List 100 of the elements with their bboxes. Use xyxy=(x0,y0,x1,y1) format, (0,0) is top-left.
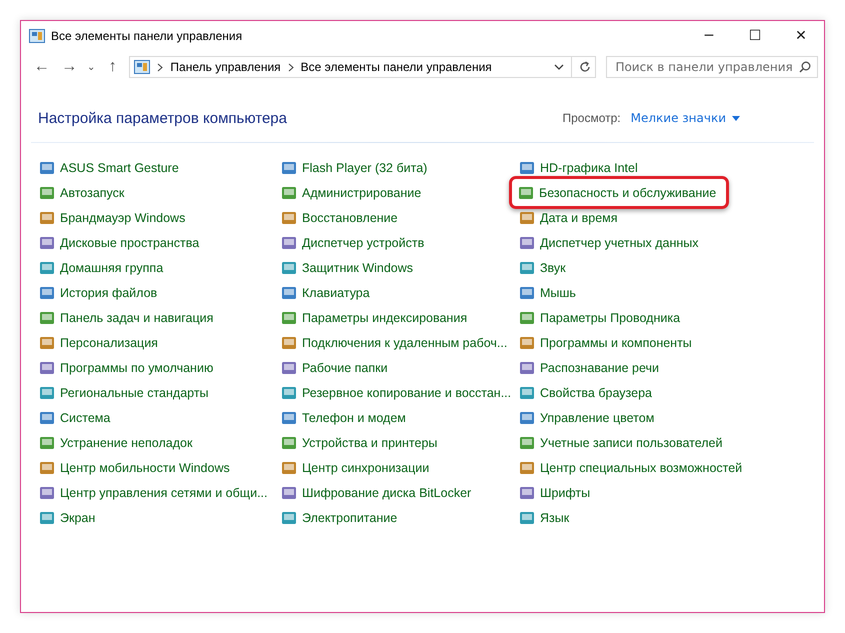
applet-icon xyxy=(39,334,55,350)
control-panel-link[interactable]: Брандмауэр Windows xyxy=(37,205,188,230)
control-panel-link[interactable]: Автозапуск xyxy=(37,180,126,205)
applet-icon xyxy=(519,284,535,300)
control-panel-link[interactable]: Защитник Windows xyxy=(279,255,416,280)
applet-icon xyxy=(39,234,55,250)
applet-icon xyxy=(39,360,55,376)
control-panel-link[interactable]: Диспетчер учетных данных xyxy=(517,230,701,255)
control-panel-link[interactable]: Устранение неполадок xyxy=(37,430,194,455)
control-panel-link[interactable]: Персонализация xyxy=(37,330,160,355)
control-panel-link[interactable]: Язык xyxy=(517,505,572,530)
control-panel-link[interactable]: Распознавание речи xyxy=(517,355,662,380)
control-panel-link[interactable]: Диспетчер устройств xyxy=(279,230,426,255)
applet-icon xyxy=(281,460,297,476)
control-panel-link[interactable]: Электропитание xyxy=(279,505,400,530)
applet-icon xyxy=(519,210,535,226)
applet-icon xyxy=(519,160,535,176)
control-panel-link[interactable]: Центр специальных возможностей xyxy=(517,455,744,480)
nav-button[interactable]: ⌄ xyxy=(84,61,98,73)
control-panel-link[interactable]: Центр управления сетями и общи... xyxy=(37,480,270,505)
control-panel-link[interactable]: Восстановление xyxy=(279,205,400,230)
address-bar[interactable]: Панель управления Все элементы панели управления xyxy=(129,56,596,78)
applet-icon xyxy=(281,484,297,500)
control-panel-link[interactable]: Резервное копирование и восстан... xyxy=(279,380,514,405)
control-panel-link[interactable]: Параметры Проводника xyxy=(517,305,682,330)
applet-icon xyxy=(281,184,297,200)
control-panel-link[interactable]: История файлов xyxy=(37,280,160,305)
control-panel-link[interactable]: Домашняя группа xyxy=(37,255,166,280)
applet-icon xyxy=(519,384,535,400)
window-control-button[interactable]: ✕ xyxy=(778,21,824,51)
control-panel-icon xyxy=(134,60,150,74)
applet-icon xyxy=(39,410,55,426)
applet-icon xyxy=(281,334,297,350)
applet-icon xyxy=(281,310,297,326)
applet-icon xyxy=(281,234,297,250)
applet-icon xyxy=(39,310,55,326)
applet-icon xyxy=(281,210,297,226)
search-icon xyxy=(798,61,811,73)
view-label: Просмотр: xyxy=(562,111,621,125)
control-panel-link[interactable]: Система xyxy=(37,405,112,430)
dropdown-icon[interactable] xyxy=(554,64,564,70)
chevron-icon xyxy=(288,62,294,72)
control-panel-link[interactable]: Центр синхронизации xyxy=(279,455,432,480)
applet-icon xyxy=(281,160,297,176)
applet-icon xyxy=(39,384,55,400)
control-panel-link[interactable]: Администрирование xyxy=(279,180,424,205)
applet-icon xyxy=(519,510,535,526)
window-title: Все элементы панели управления xyxy=(51,29,242,43)
window-control-button[interactable]: ─ xyxy=(686,21,732,51)
control-panel-link[interactable]: Параметры индексирования xyxy=(279,305,470,330)
page-heading: Настройка параметров компьютера xyxy=(38,110,287,126)
control-panel-link[interactable]: Центр мобильности Windows xyxy=(37,455,232,480)
applet-icon xyxy=(519,434,535,450)
control-panel-link[interactable]: Подключения к удаленным рабоч... xyxy=(279,330,510,355)
nav-button[interactable]: ← xyxy=(29,58,55,76)
search-field[interactable]: Поиск в панели управления xyxy=(606,56,818,78)
view-dropdown[interactable]: Мелкие значки xyxy=(630,111,740,125)
applet-icon xyxy=(39,510,55,526)
control-panel-link[interactable]: Звук xyxy=(517,255,568,280)
control-panel-link[interactable]: Рабочие папки xyxy=(279,355,390,380)
control-panel-link[interactable]: Программы и компоненты xyxy=(517,330,694,355)
refresh-icon[interactable] xyxy=(579,61,592,73)
control-panel-link[interactable]: Управление цветом xyxy=(517,405,656,430)
control-panel-link[interactable]: Учетные записи пользователей xyxy=(517,430,724,455)
applet-icon xyxy=(281,360,297,376)
window-control-button[interactable]: ☐ xyxy=(732,21,778,51)
control-panel-link[interactable]: Телефон и модем xyxy=(279,405,408,430)
applet-icon xyxy=(519,334,535,350)
applet-icon xyxy=(519,410,535,426)
control-panel-link[interactable]: Безопасность и обслуживание xyxy=(509,176,730,209)
control-panel-link[interactable]: Панель задач и навигация xyxy=(37,305,216,330)
breadcrumb-item[interactable]: Все элементы панели управления xyxy=(300,60,492,74)
control-panel-icon xyxy=(29,29,45,43)
control-panel-link[interactable]: Дисковые пространства xyxy=(37,230,202,255)
control-panel-link[interactable]: Клавиатура xyxy=(279,280,372,305)
control-panel-link[interactable]: ASUS Smart Gesture xyxy=(37,155,181,180)
control-panel-link[interactable]: Программы по умолчанию xyxy=(37,355,216,380)
applet-icon xyxy=(39,210,55,226)
control-panel-link[interactable]: Flash Player (32 бита) xyxy=(279,155,430,180)
control-panel-link[interactable]: Шифрование диска BitLocker xyxy=(279,480,474,505)
breadcrumb-item[interactable]: Панель управления xyxy=(170,60,281,74)
control-panel-link[interactable]: Мышь xyxy=(517,280,578,305)
nav-button[interactable]: → xyxy=(56,58,82,76)
control-panel-link[interactable]: Устройства и принтеры xyxy=(279,430,440,455)
control-panel-link[interactable]: Шрифты xyxy=(517,480,592,505)
applet-icon xyxy=(39,484,55,500)
applet-icon xyxy=(39,184,55,200)
applet-icon xyxy=(519,460,535,476)
applet-icon xyxy=(281,260,297,276)
control-panel-link[interactable]: Свойства браузера xyxy=(517,380,654,405)
applet-icon xyxy=(39,284,55,300)
applet-icon xyxy=(39,160,55,176)
applet-icon xyxy=(281,410,297,426)
control-panel-link[interactable]: Региональные стандарты xyxy=(37,380,211,405)
applet-icon xyxy=(281,384,297,400)
chevron-icon xyxy=(157,62,164,72)
control-panel-link[interactable]: Экран xyxy=(37,505,98,530)
applet-icon xyxy=(519,484,535,500)
applet-icon xyxy=(519,234,535,250)
nav-button[interactable]: ↑ xyxy=(100,58,126,76)
